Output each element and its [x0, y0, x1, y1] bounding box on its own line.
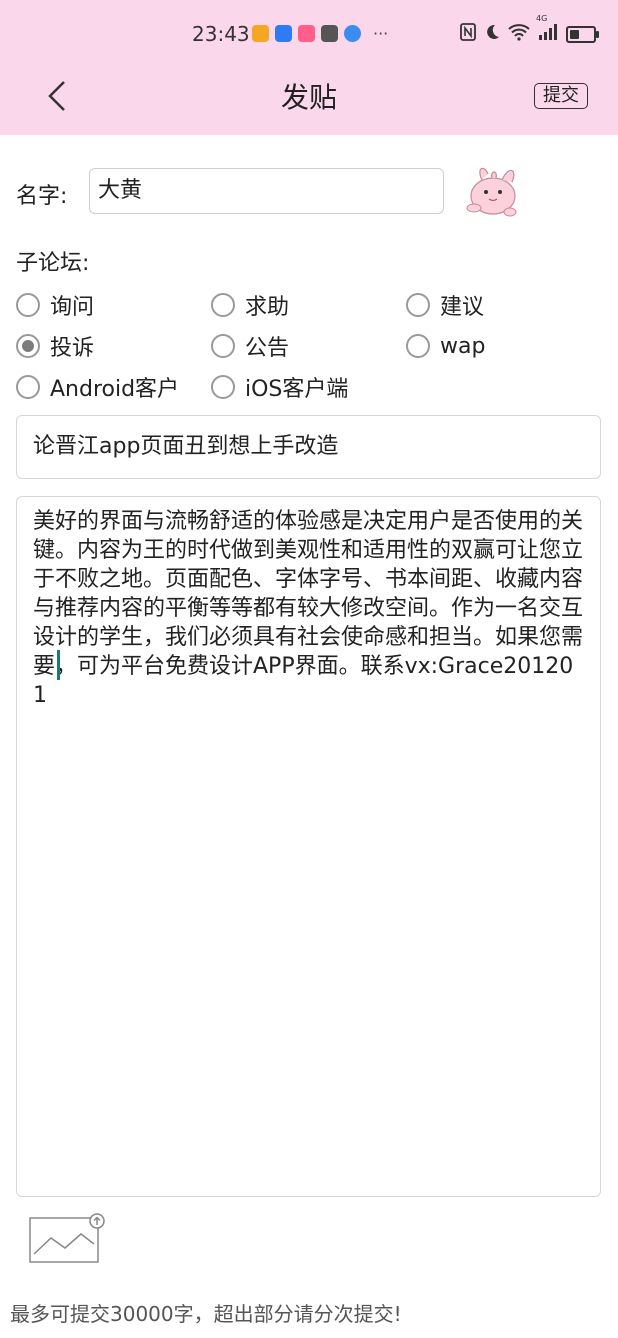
pink-creature-avatar-icon [466, 167, 517, 217]
name-label: 名字: [16, 184, 68, 209]
wifi-icon [508, 23, 530, 45]
network-type: 4G [536, 14, 548, 23]
avatar[interactable] [462, 160, 524, 220]
radio-checked-icon [16, 334, 40, 358]
post-content-textarea[interactable]: 美好的界面与流畅舒适的体验感是决定用户是否使用的关键。内容为王的时代做到美观性和… [16, 496, 601, 1197]
app-notification-icon [321, 25, 338, 42]
more-notifications-icon: ··· [373, 24, 389, 43]
radio-option-ios[interactable]: iOS客户端 [211, 372, 348, 402]
app-notification-icon [252, 25, 269, 42]
radio-circle-icon [211, 293, 235, 317]
radio-label: 建议 [440, 295, 485, 320]
radio-option-android[interactable]: Android客户 [16, 372, 179, 402]
battery-icon [566, 25, 599, 43]
page-title: 发贴 [280, 81, 337, 114]
radio-circle-icon [406, 334, 430, 358]
app-header: 23:43 ··· 4G 发贴 提交 [0, 0, 618, 135]
radio-label: iOS客户端 [245, 377, 349, 402]
radio-option-complaint[interactable]: 投诉 [16, 331, 94, 361]
nfc-icon [460, 23, 476, 45]
radio-label: 询问 [50, 295, 95, 320]
app-notification-icon [344, 25, 361, 42]
radio-option-announcement[interactable]: 公告 [211, 331, 289, 361]
post-content-text: 美好的界面与流畅舒适的体验感是决定用户是否使用的关键。内容为王的时代做到美观性和… [33, 509, 584, 708]
subforum-label: 子论坛: [16, 251, 90, 276]
app-notification-icon [275, 25, 292, 42]
radio-circle-icon [211, 334, 235, 358]
radio-circle-icon [16, 293, 40, 317]
radio-label: 公告 [245, 336, 290, 361]
system-icons: 4G [460, 14, 599, 45]
signal-icon: 4G [536, 14, 558, 45]
text-caret [57, 650, 60, 680]
radio-option-suggestion[interactable]: 建议 [406, 290, 484, 320]
radio-option-help[interactable]: 求助 [211, 290, 289, 320]
submit-button[interactable]: 提交 [534, 83, 588, 109]
radio-label: wap [440, 333, 486, 359]
radio-circle-icon [211, 375, 235, 399]
post-title-input[interactable]: 论晋江app页面丑到想上手改造 [16, 415, 601, 479]
app-notification-icon [298, 25, 315, 42]
status-time: 23:43 [192, 22, 250, 46]
name-input[interactable]: 大黄 [89, 168, 444, 214]
radio-circle-icon [406, 293, 430, 317]
radio-option-wap[interactable]: wap [406, 331, 485, 361]
notification-icons: ··· [252, 25, 388, 42]
radio-label: 投诉 [50, 336, 95, 361]
radio-circle-icon [16, 375, 40, 399]
radio-option-inquiry[interactable]: 询问 [16, 290, 94, 320]
radio-label: Android客户 [50, 377, 180, 402]
footer-note: 最多可提交30000字，超出部分请分次提交! [10, 1302, 402, 1326]
radio-label: 求助 [245, 295, 290, 320]
image-upload-button[interactable] [29, 1212, 107, 1264]
image-upload-icon [29, 1213, 105, 1263]
moon-icon [484, 23, 500, 45]
status-bar: 23:43 ··· 4G [0, 0, 618, 68]
